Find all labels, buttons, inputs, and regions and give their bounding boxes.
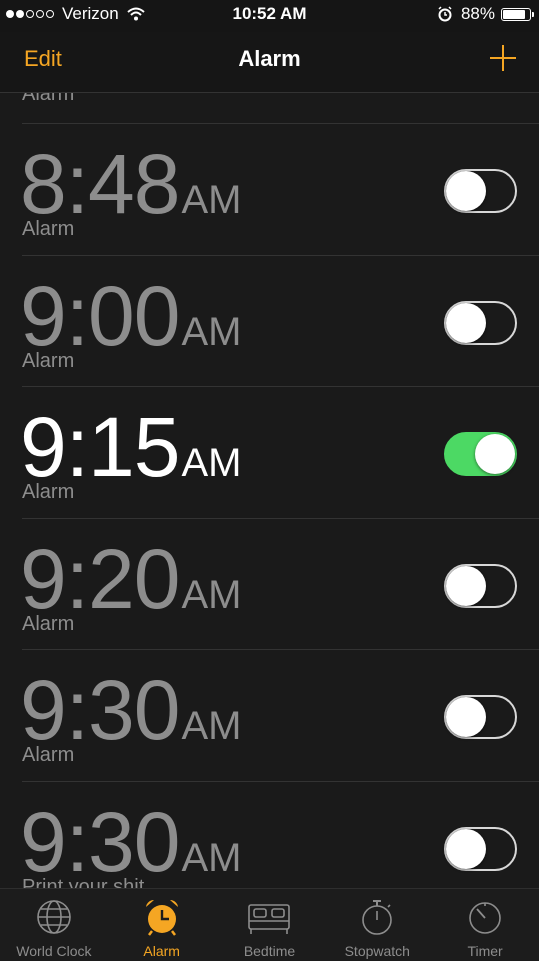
timer-icon <box>469 902 501 934</box>
alarm-ampm: AM <box>181 572 242 617</box>
alarm-toggle[interactable] <box>444 432 517 476</box>
toggle-knob <box>446 697 486 737</box>
tab-bar: World Clock Alarm Bedtime Stopwatch Time… <box>0 888 539 961</box>
tab-alarm[interactable]: Alarm <box>108 889 216 961</box>
alarm-row[interactable]: 9:15 AM Alarm <box>0 387 539 518</box>
tab-label: Timer <box>467 943 503 959</box>
alarm-toggle[interactable] <box>444 563 517 608</box>
alarm-toggle[interactable] <box>444 300 517 345</box>
alarm-label: Alarm <box>22 349 75 372</box>
alarm-list[interactable]: Alarm 8:48 AM Alarm 9:00 AM Alarm 9:15 AM Alarm 9… <box>0 93 539 888</box>
alarm-label: Alarm <box>22 218 75 240</box>
toggle-knob <box>475 434 515 474</box>
alarm-clock-icon <box>145 899 178 936</box>
toggle-knob <box>446 828 486 869</box>
alarm-row[interactable]: 9:30 AM Print your shit <box>0 782 539 889</box>
alarm-ampm: AM <box>181 441 242 485</box>
alarm-row[interactable]: 9:20 AM Alarm <box>0 519 539 650</box>
tab-stopwatch[interactable]: Stopwatch <box>323 889 431 961</box>
tab-timer[interactable]: Timer <box>431 889 539 961</box>
tab-label: World Clock <box>16 943 92 959</box>
globe-icon <box>37 900 71 934</box>
alarm-row[interactable]: 9:00 AM Alarm <box>0 256 539 387</box>
battery-percent: 88% <box>460 4 495 23</box>
alarm-label: Alarm <box>22 612 75 635</box>
battery-fill <box>503 9 525 19</box>
bed-icon <box>248 904 291 934</box>
toggle-knob <box>446 171 486 211</box>
alarm-time-digits: 9:30 <box>20 794 180 889</box>
alarm-row[interactable]: 8:48 AM Alarm <box>0 124 539 255</box>
tab-label: Bedtime <box>243 943 296 959</box>
page-title: Alarm <box>238 46 301 71</box>
battery-nub <box>532 11 534 17</box>
stopwatch-icon <box>362 900 393 935</box>
status-bar: Verizon 10:52 AM 88% <box>0 0 539 32</box>
alarm-label: Alarm <box>22 744 75 766</box>
tab-world-clock[interactable]: World Clock <box>0 889 108 961</box>
alarm-toggle[interactable] <box>444 169 517 213</box>
toggle-knob <box>446 565 486 606</box>
alarm-ampm: AM <box>181 835 242 880</box>
alarm-ampm: AM <box>181 178 242 222</box>
alarm-toggle[interactable] <box>444 695 517 739</box>
alarm-ampm: AM <box>181 309 242 354</box>
plus-icon[interactable] <box>489 44 517 72</box>
tab-label: Alarm <box>143 943 180 959</box>
nav-bar: Edit Alarm <box>0 32 539 93</box>
tab-bedtime[interactable]: Bedtime <box>216 889 324 961</box>
alarm-time: 9:30 AM <box>20 794 242 889</box>
battery-icon <box>501 7 534 21</box>
toggle-knob <box>446 302 486 343</box>
alarm-label: Alarm <box>22 481 75 503</box>
alarm-row[interactable]: 9:30 AM Alarm <box>0 650 539 781</box>
alarm-status-icon <box>438 6 452 22</box>
alarm-label: Print your shit <box>22 875 145 889</box>
alarm-label: Alarm <box>22 93 75 105</box>
status-right: 88% <box>437 4 534 24</box>
alarm-ampm: AM <box>181 704 242 748</box>
alarm-toggle[interactable] <box>444 826 517 871</box>
tab-label: Stopwatch <box>344 943 410 959</box>
